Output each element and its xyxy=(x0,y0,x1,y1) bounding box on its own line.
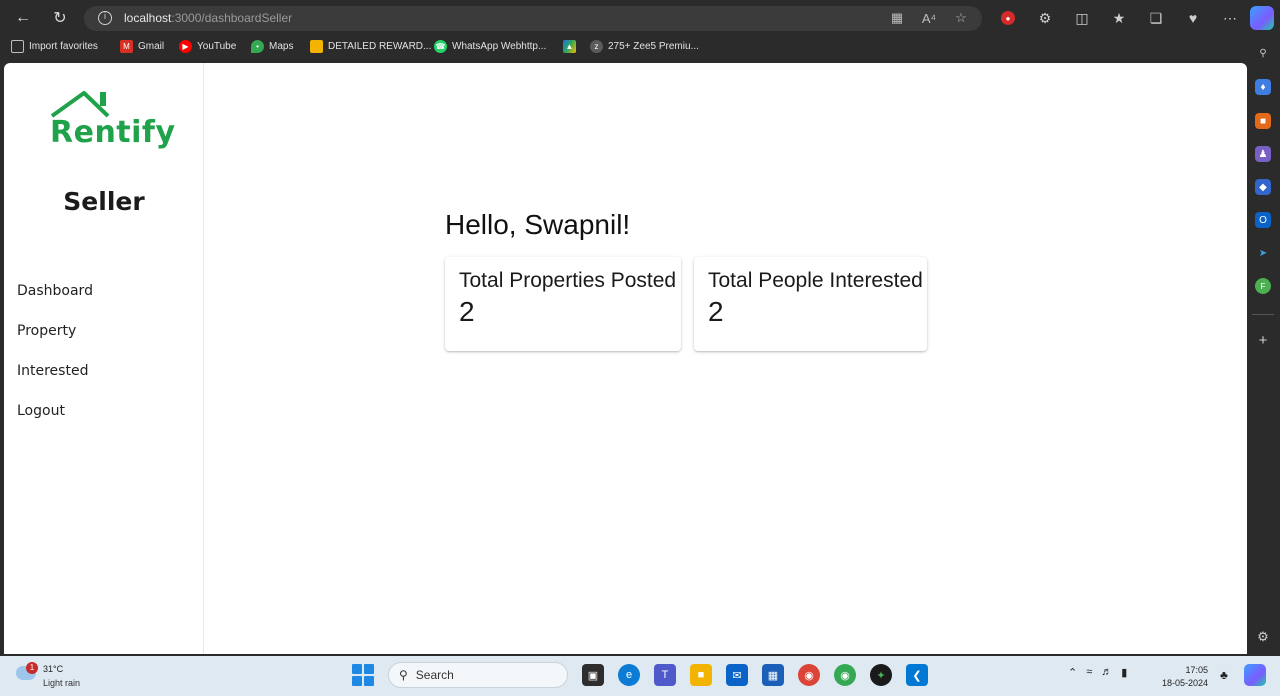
date: 18-05-2024 xyxy=(1162,678,1209,688)
edge-sidebar: ⚲ ♦ ■ ♟ ◆ O ➤ F + ⚙ xyxy=(1246,36,1280,656)
bookmark-youtube[interactable]: ▶ YouTube xyxy=(179,40,236,53)
stat-card-value: 2 xyxy=(459,296,475,327)
notification-bell-icon[interactable]: ♣ xyxy=(1220,668,1228,682)
taskbar-search-label: Search xyxy=(415,668,454,682)
chevron-up-icon[interactable]: ⌃ xyxy=(1068,666,1077,679)
copilot-icon[interactable] xyxy=(1250,6,1274,30)
whatsapp-icon: ☎ xyxy=(434,40,447,53)
menu-item-dashboard[interactable]: Dashboard xyxy=(17,271,93,311)
weather-widget[interactable]: 1 31°C Light rain xyxy=(16,662,116,692)
battery-icon[interactable]: ▮ xyxy=(1121,666,1127,679)
bookmarks-bar: Import favorites M Gmail ▶ YouTube • Maps D… xyxy=(0,36,1246,60)
menu-item-logout[interactable]: Logout xyxy=(17,391,93,431)
store-icon[interactable]: ▦ xyxy=(762,664,784,686)
bookmark-drive[interactable]: ▲ xyxy=(563,40,581,53)
taskbar-search[interactable]: ⚲ Search xyxy=(388,662,568,688)
shopping-tag-icon[interactable]: ♦ xyxy=(1255,79,1271,95)
search-icon: ⚲ xyxy=(399,668,408,682)
bookmark-zee5[interactable]: z 275+ Zee5 Premiu... xyxy=(590,40,699,53)
profile-f-icon[interactable]: F xyxy=(1255,278,1271,294)
bookmark-gmail[interactable]: M Gmail xyxy=(120,40,164,53)
more-options-icon[interactable]: ⋯ xyxy=(1218,7,1242,29)
edge-icon[interactable]: e xyxy=(618,664,640,686)
games-icon[interactable]: ♟ xyxy=(1255,146,1271,162)
chrome-icon[interactable]: ◉ xyxy=(798,664,820,686)
gmail-icon: M xyxy=(120,40,133,53)
stat-card-label: Total People Interested xyxy=(708,269,923,292)
telegram-icon[interactable]: ➤ xyxy=(1255,245,1271,261)
teams-icon[interactable]: T xyxy=(654,664,676,686)
time: 17:05 xyxy=(1185,665,1209,675)
system-tray: ⌃ ≈ ♬ ▮ xyxy=(1068,666,1127,679)
bookmark-import-favorites[interactable]: Import favorites xyxy=(11,40,98,53)
app-sidebar: Rentify Seller Dashboard Property Intere… xyxy=(4,63,204,654)
volume-icon[interactable]: ♬ xyxy=(1101,666,1112,679)
page-viewport: Rentify Seller Dashboard Property Intere… xyxy=(4,63,1247,654)
menu-item-interested[interactable]: Interested xyxy=(17,351,93,391)
add-sidebar-app-icon[interactable]: + xyxy=(1255,332,1271,349)
copilot-tray-icon[interactable] xyxy=(1244,664,1266,686)
temperature: 31°C xyxy=(43,664,64,674)
bookmark-maps[interactable]: • Maps xyxy=(251,40,293,53)
extension-red-icon[interactable]: ● xyxy=(1001,11,1015,25)
site-info-icon[interactable]: i xyxy=(98,11,112,25)
windows-taskbar: 1 31°C Light rain ⚲ Search ▣ e T ■ ✉ ▦ ◉… xyxy=(0,656,1280,696)
menu-item-property[interactable]: Property xyxy=(17,311,93,351)
brand-name: Rentify xyxy=(50,115,176,150)
mail-icon[interactable]: ✉ xyxy=(726,664,748,686)
file-explorer-icon[interactable]: ■ xyxy=(690,664,712,686)
bookmark-whatsapp[interactable]: ☎ WhatsApp Webhttp... xyxy=(434,40,546,53)
read-aloud-icon[interactable]: A⁴ xyxy=(920,9,938,27)
favorites-icon[interactable]: ★ xyxy=(1107,7,1131,29)
task-view-icon[interactable]: ▣ xyxy=(582,664,604,686)
greeting-heading: Hello, Swapnil! xyxy=(445,209,631,240)
stat-card-properties: Total Properties Posted 2 xyxy=(445,257,681,351)
url-text[interactable]: localhost:3000/dashboardSeller xyxy=(124,11,292,25)
stat-card-label: Total Properties Posted xyxy=(459,269,677,292)
maps-icon: • xyxy=(251,40,264,53)
wifi-icon[interactable]: ≈ xyxy=(1086,666,1092,679)
weather-badge: 1 xyxy=(26,662,38,674)
vscode-icon[interactable]: ❮ xyxy=(906,664,928,686)
mongodb-icon[interactable]: ✦ xyxy=(870,664,892,686)
sidebar-search-icon[interactable]: ⚲ xyxy=(1255,45,1271,61)
outlook-icon[interactable]: O xyxy=(1255,212,1271,228)
bookmark-detailed-reward[interactable]: DETAILED REWARD... xyxy=(310,40,431,53)
role-heading: Seller xyxy=(63,187,145,216)
favorite-star-icon[interactable]: ☆ xyxy=(952,9,970,27)
address-bar[interactable]: i localhost:3000/dashboardSeller ▦ A⁴ ☆ xyxy=(84,6,982,31)
collections-icon[interactable]: ❏ xyxy=(1144,7,1168,29)
stat-card-value: 2 xyxy=(708,296,724,327)
sidebar-settings-icon[interactable]: ⚙ xyxy=(1255,629,1271,645)
browser-essentials-icon[interactable]: ♥ xyxy=(1181,7,1205,29)
clock[interactable]: 17:05 18-05-2024 xyxy=(1162,664,1208,690)
copilot-side-icon[interactable]: ◆ xyxy=(1255,179,1271,195)
drive-icon: ▲ xyxy=(563,40,576,53)
youtube-icon: ▶ xyxy=(179,40,192,53)
import-icon xyxy=(11,40,24,53)
weather-condition: Light rain xyxy=(43,678,81,688)
refresh-icon[interactable]: ↻ xyxy=(47,6,73,30)
zee5-icon: z xyxy=(590,40,603,53)
split-screen-icon[interactable]: ◫ xyxy=(1070,7,1094,29)
windows-start-icon[interactable] xyxy=(352,664,374,686)
rentify-logo[interactable]: Rentify xyxy=(48,90,175,152)
chrome-profile-icon[interactable]: ◉ xyxy=(834,664,856,686)
sidebar-menu: Dashboard Property Interested Logout xyxy=(17,271,93,431)
folder-icon xyxy=(310,40,323,53)
back-arrow-icon[interactable]: ← xyxy=(10,6,36,30)
sidebar-divider xyxy=(1252,314,1274,315)
tools-icon[interactable]: ■ xyxy=(1255,113,1271,129)
stat-card-interested: Total People Interested 2 xyxy=(694,257,927,351)
extensions-icon[interactable]: ⚙ xyxy=(1033,7,1057,29)
browser-toolbar: ← ↻ i localhost:3000/dashboardSeller ▦ A… xyxy=(0,0,1280,36)
app-available-icon[interactable]: ▦ xyxy=(888,9,906,27)
